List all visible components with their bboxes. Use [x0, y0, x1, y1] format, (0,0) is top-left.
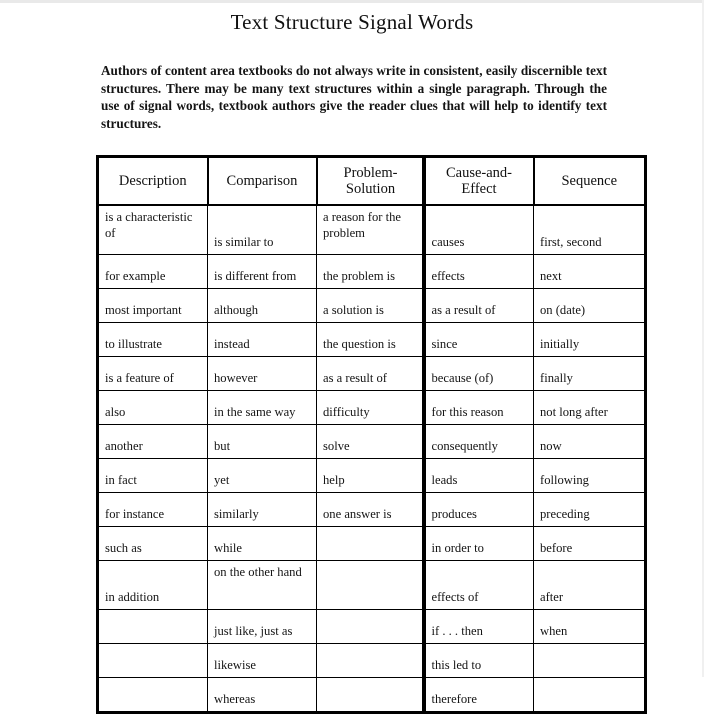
cell-sequence: preceding: [533, 492, 646, 527]
column-header-sequence: Sequence: [533, 156, 646, 206]
table-row: for example is different from the proble…: [97, 254, 646, 289]
table-row: such as while in order to before: [97, 526, 646, 561]
cell-description: to illustrate: [97, 322, 208, 357]
cell-sequence: next: [533, 254, 646, 289]
cell-comparison: is similar to: [207, 205, 317, 255]
cell-problem-solution: [316, 560, 426, 610]
cell-sequence: initially: [533, 322, 646, 357]
cell-cause-and-effect: effects: [424, 254, 534, 289]
cell-cause-and-effect: if . . . then: [424, 609, 534, 644]
cell-cause-and-effect: consequently: [424, 424, 534, 459]
cell-problem-solution: [316, 677, 426, 713]
cell-description: for instance: [97, 492, 208, 527]
table-body: is a characteristic of is similar to a r…: [97, 205, 646, 713]
cell-comparison: on the other hand: [207, 560, 317, 610]
cell-sequence: not long after: [533, 390, 646, 425]
cell-comparison: is different from: [207, 254, 317, 289]
cell-comparison: while: [207, 526, 317, 561]
cell-comparison: likewise: [207, 643, 317, 678]
table-row: to illustrate instead the question is si…: [97, 322, 646, 357]
cell-description: another: [97, 424, 208, 459]
signal-words-table-container: Description Comparison Problem-Solution …: [96, 155, 647, 714]
column-header-problem-solution: Problem-Solution: [316, 156, 426, 206]
column-header-description: Description: [97, 156, 209, 206]
cell-problem-solution: [316, 643, 426, 678]
page-top-edge: [0, 0, 704, 3]
table-row: also in the same way difficulty for this…: [97, 390, 646, 425]
cell-sequence: [533, 643, 646, 678]
cell-comparison: although: [207, 288, 317, 323]
cell-description: [97, 609, 208, 644]
cell-problem-solution: a solution is: [316, 288, 426, 323]
cell-comparison: but: [207, 424, 317, 459]
column-header-cause-and-effect: Cause-and-Effect: [424, 156, 535, 206]
cell-problem-solution: one answer is: [316, 492, 426, 527]
cell-sequence: after: [533, 560, 646, 610]
intro-paragraph: Authors of content area textbooks do not…: [101, 63, 607, 131]
cell-problem-solution: the question is: [316, 322, 426, 357]
cell-description: [97, 643, 208, 678]
cell-description: in addition: [97, 560, 208, 610]
cell-description: [97, 677, 208, 713]
page-title: Text Structure Signal Words: [230, 10, 474, 34]
cell-cause-and-effect: since: [424, 322, 534, 357]
cell-cause-and-effect: effects of: [424, 560, 534, 610]
table-header-row: Description Comparison Problem-Solution …: [97, 156, 646, 206]
cell-problem-solution: a reason for the problem: [316, 205, 426, 255]
table-row: in fact yet help leads following: [97, 458, 646, 493]
cell-sequence: on (date): [533, 288, 646, 323]
cell-cause-and-effect: causes: [424, 205, 534, 255]
cell-description: most important: [97, 288, 208, 323]
cell-comparison: yet: [207, 458, 317, 493]
cell-problem-solution: as a result of: [316, 356, 426, 391]
signal-words-table: Description Comparison Problem-Solution …: [96, 155, 647, 714]
cell-problem-solution: help: [316, 458, 426, 493]
cell-sequence: [534, 678, 646, 713]
cell-comparison: whereas: [207, 677, 317, 713]
column-header-comparison: Comparison: [207, 156, 318, 206]
cell-problem-solution: solve: [316, 424, 426, 459]
table-row: in addition on the other hand effects of…: [97, 560, 646, 610]
table-row: whereas therefore: [97, 677, 646, 713]
cell-sequence: finally: [533, 356, 646, 391]
cell-cause-and-effect: this led to: [424, 643, 534, 678]
cell-comparison: instead: [207, 322, 317, 357]
cell-sequence: following: [533, 458, 646, 493]
cell-cause-and-effect: as a result of: [424, 288, 534, 323]
cell-description: such as: [97, 526, 208, 561]
table-row: just like, just as if . . . then when: [97, 609, 646, 644]
cell-cause-and-effect: in order to: [424, 526, 534, 561]
cell-problem-solution: [316, 526, 426, 561]
cell-comparison: however: [207, 356, 317, 391]
cell-description: is a feature of: [97, 356, 208, 391]
cell-problem-solution: difficulty: [316, 390, 426, 425]
table-row: is a characteristic of is similar to a r…: [97, 205, 646, 255]
cell-description: for example: [97, 254, 208, 289]
table-row: another but solve consequently now: [97, 424, 646, 459]
cell-comparison: similarly: [207, 492, 317, 527]
cell-cause-and-effect: therefore: [424, 677, 534, 713]
document-page: Text Structure Signal Words Authors of c…: [0, 0, 704, 714]
cell-cause-and-effect: produces: [424, 492, 534, 527]
cell-description: also: [97, 390, 208, 425]
table-row: is a feature of however as a result of b…: [97, 356, 646, 391]
cell-problem-solution: [316, 609, 426, 644]
cell-description: is a characteristic of: [97, 205, 208, 255]
cell-sequence: before: [533, 526, 646, 561]
cell-sequence: now: [533, 424, 646, 459]
table-row: likewise this led to: [97, 643, 646, 678]
table-row: most important although a solution is as…: [97, 288, 646, 323]
cell-description: in fact: [97, 458, 208, 493]
cell-comparison: in the same way: [207, 390, 317, 425]
cell-problem-solution: the problem is: [316, 254, 426, 289]
cell-comparison: just like, just as: [207, 609, 317, 644]
cell-cause-and-effect: for this reason: [424, 390, 534, 425]
table-header: Description Comparison Problem-Solution …: [97, 156, 646, 206]
cell-sequence: first, second: [533, 205, 646, 255]
cell-cause-and-effect: leads: [424, 458, 534, 493]
table-row: for instance similarly one answer is pro…: [97, 492, 646, 527]
cell-cause-and-effect: because (of): [424, 356, 534, 391]
cell-sequence: when: [533, 609, 646, 644]
